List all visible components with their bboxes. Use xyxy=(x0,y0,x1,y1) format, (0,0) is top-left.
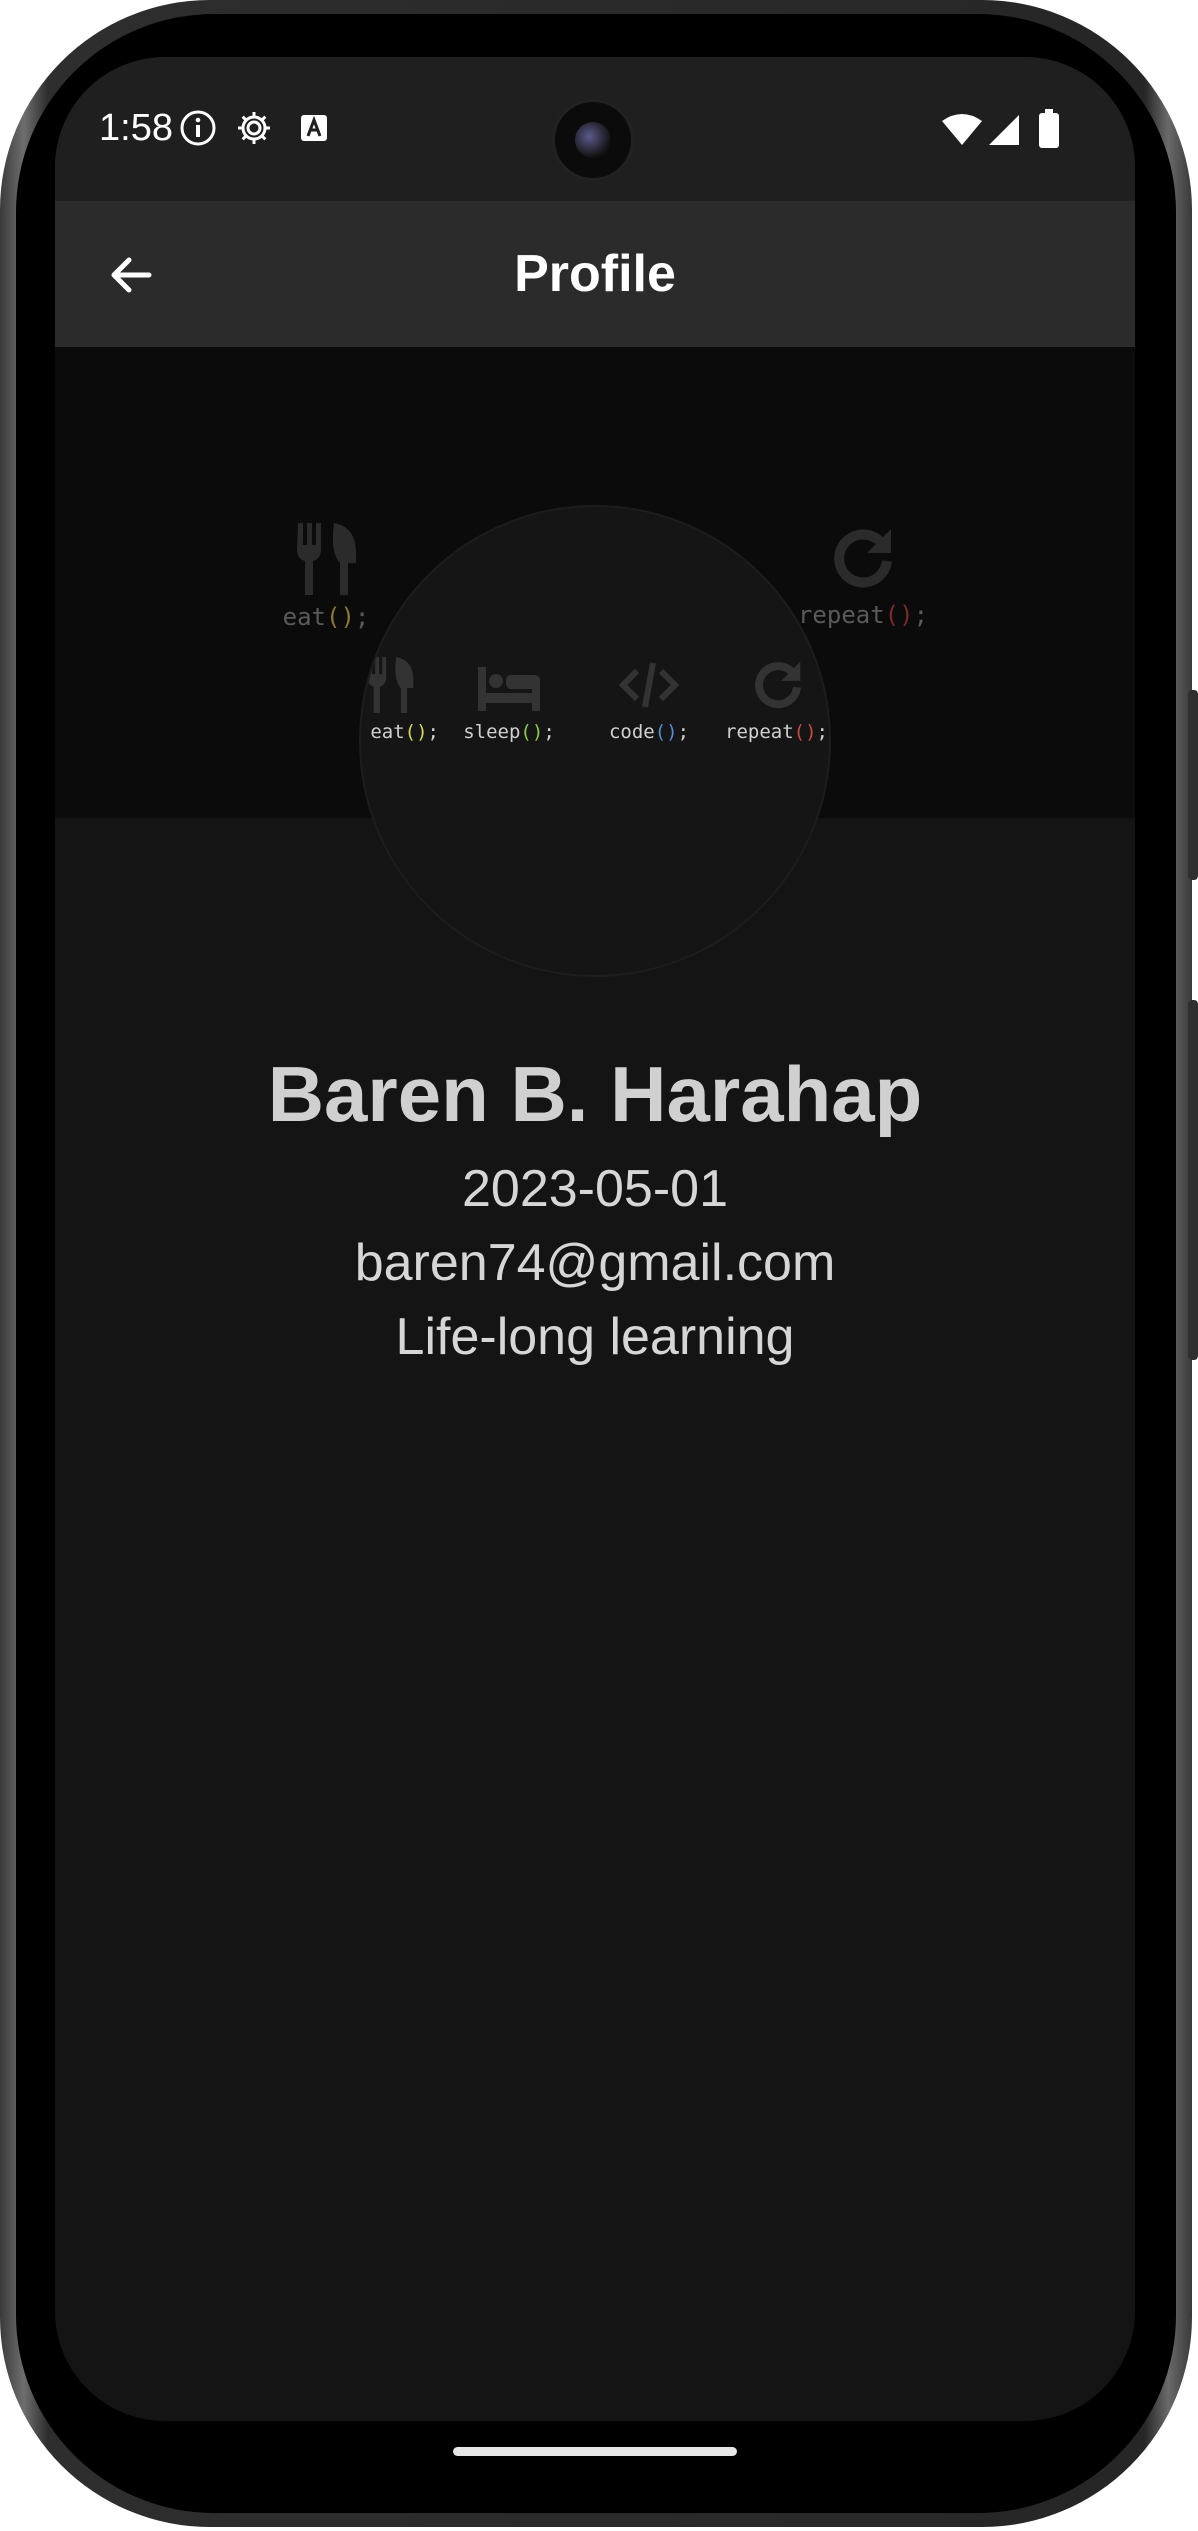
cover-item-repeat-semicolon: ; xyxy=(913,601,929,629)
app-bar: Profile xyxy=(55,201,1135,347)
avatar-item-eat-name: eat xyxy=(370,721,405,743)
avatar[interactable]: eat(); sleep(); code(); repeat(); xyxy=(359,505,831,977)
avatar-item-sleep-semicolon: ; xyxy=(543,721,555,743)
cellular-signal-icon xyxy=(987,113,1021,152)
avatar-item-repeat-parens: () xyxy=(793,721,817,743)
profile-email: baren74@gmail.com xyxy=(354,1234,836,1292)
fork-knife-icon xyxy=(297,523,356,595)
avatar-item-repeat: repeat(); xyxy=(725,657,829,743)
repeat-icon xyxy=(755,661,802,709)
repeat-icon xyxy=(834,529,892,588)
status-bar: 1:58 xyxy=(55,57,1135,201)
screen: 1:58 Profile eat(); repeat(); eat(); sle… xyxy=(55,57,1135,2421)
avatar-item-sleep-parens: () xyxy=(520,721,544,743)
avatar-item-repeat-name: repeat xyxy=(725,721,794,743)
front-camera xyxy=(552,99,634,181)
avatar-item-eat-parens: () xyxy=(404,721,428,743)
avatar-item-sleep: sleep(); xyxy=(449,657,569,743)
code-icon xyxy=(619,662,679,708)
page-title: Profile xyxy=(514,245,676,303)
power-button xyxy=(1188,690,1198,880)
avatar-item-repeat-semicolon: ; xyxy=(816,721,828,743)
font-a-icon xyxy=(299,113,329,148)
info-icon xyxy=(179,109,217,152)
avatar-item-code: code(); xyxy=(589,657,709,743)
avatar-item-eat: eat(); xyxy=(361,657,439,743)
status-time: 1:58 xyxy=(99,107,173,149)
fork-knife-icon xyxy=(367,657,414,713)
cover-item-eat-parens: () xyxy=(326,603,355,631)
avatar-item-code-parens: () xyxy=(654,721,678,743)
avatar-item-eat-semicolon: ; xyxy=(427,721,439,743)
avatar-item-sleep-name: sleep xyxy=(463,721,521,743)
battery-icon xyxy=(1038,109,1060,154)
profile-date: 2023-05-01 xyxy=(462,1160,728,1218)
avatar-item-code-semicolon: ; xyxy=(677,721,690,743)
settings-icon xyxy=(235,109,273,152)
avatar-item-code-name: code xyxy=(608,721,655,743)
cover-item-eat-semicolon: ; xyxy=(354,603,370,631)
profile-bio: Life-long learning xyxy=(395,1308,795,1366)
cover-item-repeat-name: repeat xyxy=(797,601,885,629)
wifi-icon xyxy=(941,113,983,152)
cover-item-repeat-parens: () xyxy=(884,601,914,629)
cover-item-eat-name: eat xyxy=(282,603,326,631)
volume-button xyxy=(1188,1000,1198,1360)
home-indicator[interactable] xyxy=(453,2447,737,2456)
bed-icon xyxy=(478,667,540,711)
profile-name: Baren B. Harahap xyxy=(267,1050,923,1138)
